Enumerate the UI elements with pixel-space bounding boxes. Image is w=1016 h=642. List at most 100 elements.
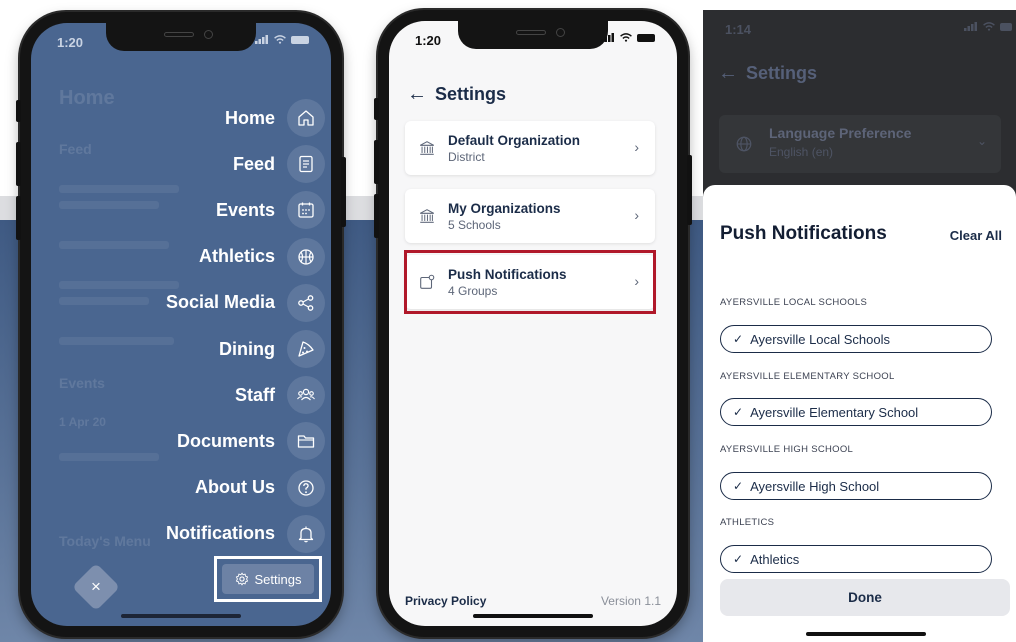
group-chip[interactable]: ✓ Ayersville High School (720, 472, 992, 500)
version-label: Version 1.1 (600, 594, 661, 608)
wifi-icon (274, 35, 286, 44)
share-icon (287, 283, 325, 322)
menu-item-feed[interactable]: Feed (45, 141, 325, 187)
building-icon (416, 137, 438, 159)
chip-label: Ayersville Elementary School (750, 404, 919, 420)
status-time: 1:20 (415, 33, 442, 48)
group-label: AYERSVILLE ELEMENTARY SCHOOL (720, 371, 895, 382)
chip-label: Athletics (750, 551, 800, 567)
battery-icon (1000, 22, 1012, 31)
signal-icon (255, 35, 268, 44)
card-title: Default Organization (448, 132, 581, 148)
gear-icon (235, 572, 248, 586)
wifi-icon (983, 22, 995, 31)
menu-item-label: Social Media (165, 292, 275, 313)
home-indicator (806, 632, 926, 636)
back-arrow-icon[interactable]: ← (407, 83, 427, 106)
signal-icon (964, 22, 977, 31)
menu-item-documents[interactable]: Documents (45, 418, 325, 464)
card-my-organizations[interactable]: My Organizations 5 Schools › (405, 189, 655, 243)
battery-icon (291, 35, 309, 44)
settings-screen: 1:20 ← Settings Default Organization Dis… (389, 21, 677, 626)
chevron-down-icon: ⌄ (976, 134, 987, 148)
check-icon: ✓ (733, 332, 744, 346)
menu-item-label: Dining (219, 338, 275, 359)
home-icon (287, 99, 325, 138)
calendar-icon (287, 191, 325, 230)
check-icon: ✓ (733, 405, 744, 419)
status-time: 1:20 (57, 35, 84, 50)
bell-icon (287, 514, 325, 553)
back-arrow-icon: ← (718, 62, 738, 84)
phone-menu: 1:20 Home Feed Events 1 Apr 20 Today's M… (16, 12, 346, 637)
menu-item-label: Home (224, 107, 275, 128)
done-button[interactable]: Done (720, 579, 1010, 616)
wifi-icon (620, 33, 632, 42)
status-icons (601, 33, 655, 42)
group-label: AYERSVILLE LOCAL SCHOOLS (720, 297, 868, 308)
chip-label: Ayersville High School (750, 478, 880, 494)
menu-item-label: Documents (176, 430, 275, 451)
card-default-organization[interactable]: Default Organization District › (405, 121, 655, 175)
menu-item-label: Notifications (165, 523, 275, 544)
menu-item-athletics[interactable]: Athletics (45, 234, 325, 280)
people-icon (287, 376, 325, 415)
group-chip[interactable]: ✓ Ayersville Elementary School (720, 398, 992, 426)
signal-icon (601, 33, 614, 42)
building-icon (416, 205, 438, 227)
menu-screen: 1:20 Home Feed Events 1 Apr 20 Today's M… (31, 23, 331, 626)
card-subtitle: District (448, 149, 485, 164)
check-icon: ✓ (733, 479, 744, 493)
chip-label: Ayersville Local Schools (750, 331, 891, 347)
menu-item-label: Staff (235, 384, 275, 405)
background-title: Settings (746, 63, 818, 83)
push-notifications-sheet: Push Notifications Clear All AYERSVILLE … (703, 185, 1016, 642)
page-title: Settings (435, 84, 507, 104)
status-icons (964, 22, 1012, 31)
page-header: ← Settings (407, 83, 506, 106)
background-header: ← Settings (718, 62, 817, 85)
menu-item-about-us[interactable]: About Us (45, 465, 325, 511)
group-chip[interactable]: ✓ Ayersville Local Schools (720, 325, 992, 353)
close-menu-button[interactable]: × (71, 562, 121, 612)
menu-item-events[interactable]: Events (45, 187, 325, 233)
menu-item-social-media[interactable]: Social Media (45, 280, 325, 326)
side-menu: Home Feed Events Athletics Social Media … (45, 95, 325, 557)
menu-item-staff[interactable]: Staff (45, 372, 325, 418)
phone-push-notifications: 1:14 ← Settings Language Preference Engl… (703, 10, 1016, 642)
group-chip[interactable]: ✓ Athletics (720, 545, 992, 573)
menu-item-label: Events (215, 199, 275, 220)
menu-item-label: Feed (232, 153, 275, 174)
home-indicator (121, 614, 241, 618)
menu-item-label: About Us (195, 477, 275, 498)
privacy-policy-link[interactable]: Privacy Policy (405, 594, 486, 608)
basketball-icon (287, 237, 325, 276)
settings-button[interactable]: Settings (222, 564, 314, 594)
menu-item-dining[interactable]: Dining (45, 326, 325, 372)
menu-item-home[interactable]: Home (45, 95, 325, 141)
feed-icon (287, 145, 325, 184)
clear-all-button[interactable]: Clear All (950, 228, 1002, 243)
chevron-right-icon: › (634, 207, 639, 223)
card-subtitle: 5 Schools (448, 217, 501, 232)
menu-item-notifications[interactable]: Notifications (45, 511, 325, 557)
chevron-right-icon: › (634, 139, 639, 155)
group-label: ATHLETICS (720, 517, 775, 528)
check-icon: ✓ (733, 552, 744, 566)
close-icon: × (91, 577, 101, 596)
pizza-icon (287, 330, 325, 369)
status-time: 1:14 (725, 22, 752, 37)
sheet-title: Push Notifications (720, 223, 887, 244)
battery-icon (637, 33, 655, 42)
language-preference-card: Language Preference English (en) ⌄ (719, 115, 1001, 173)
phone-settings: 1:20 ← Settings Default Organization Dis… (374, 10, 692, 637)
globe-icon (736, 136, 752, 152)
question-icon (287, 468, 325, 507)
push-notifications-highlight-box (404, 250, 656, 314)
group-label: AYERSVILLE HIGH SCHOOL (720, 444, 854, 455)
language-subtitle: English (en) (769, 145, 834, 159)
folder-icon (287, 422, 325, 461)
card-title: My Organizations (448, 200, 561, 216)
status-icons (255, 35, 309, 44)
home-indicator (473, 614, 593, 618)
